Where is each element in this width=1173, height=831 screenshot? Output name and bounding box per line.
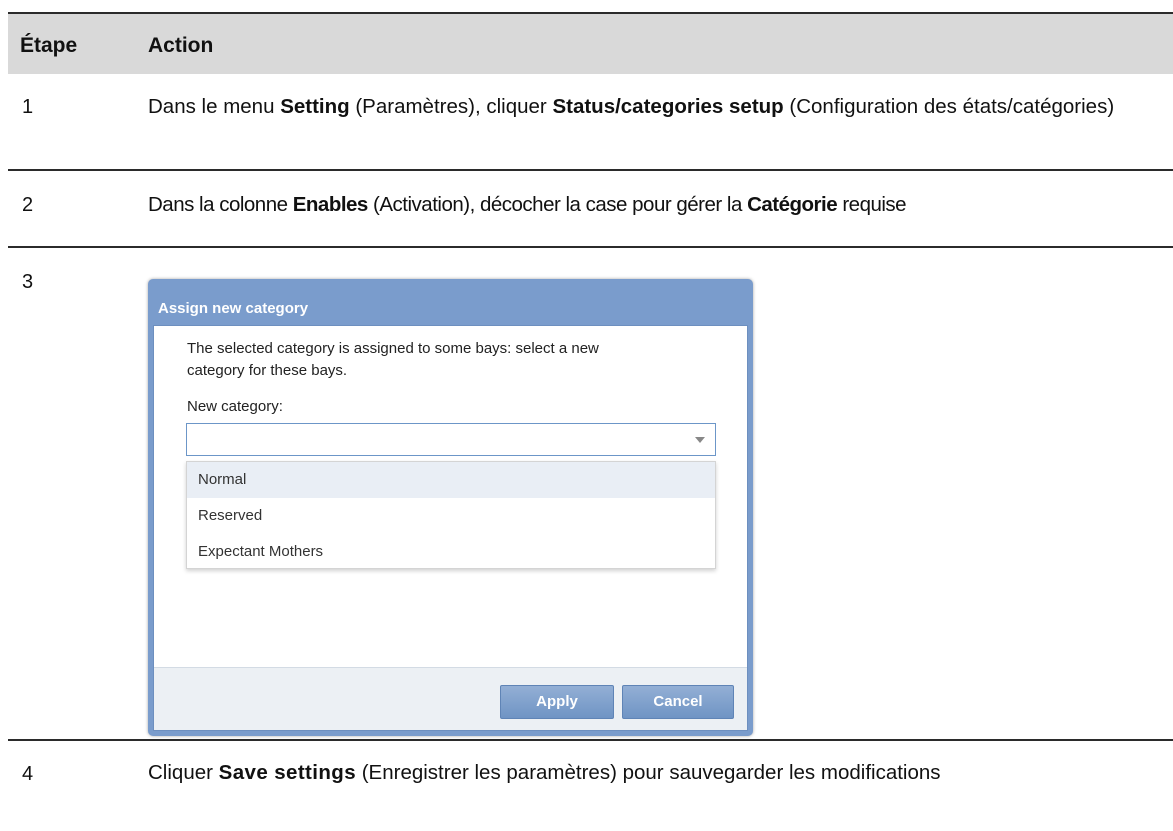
category-dropdown-list: Normal Reserved Expectant Mothers	[186, 461, 716, 569]
step-number-3: 3	[22, 271, 34, 293]
dialog-body: The selected category is assigned to som…	[153, 325, 748, 731]
step-text-2: Dans la colonne Enables (Activation), dé…	[148, 193, 907, 216]
dialog-footer: Apply Cancel	[154, 667, 747, 730]
step-text-4: Cliquer Save settings (Enregistrer les p…	[148, 761, 941, 784]
chevron-down-icon[interactable]	[695, 437, 705, 443]
new-category-select[interactable]	[186, 423, 716, 456]
new-category-label: New category:	[187, 398, 283, 415]
option-expectant-mothers[interactable]: Expectant Mothers	[187, 534, 715, 570]
dialog-title: Assign new category	[158, 300, 309, 317]
header-action: Action	[148, 34, 214, 57]
step-number-2: 2	[22, 194, 34, 216]
option-reserved[interactable]: Reserved	[187, 498, 715, 534]
step-text-1: Dans le menu Setting (Paramètres), cliqu…	[148, 95, 1115, 118]
dialog-message: The selected category is assigned to som…	[187, 340, 599, 379]
table-header: Étape Action	[8, 12, 1173, 74]
option-normal[interactable]: Normal	[187, 462, 715, 498]
step-number-1: 1	[22, 96, 34, 118]
step-number-4: 4	[22, 763, 34, 785]
row-divider	[8, 169, 1173, 171]
header-step: Étape	[20, 34, 78, 57]
row-divider	[8, 739, 1173, 741]
row-divider	[8, 246, 1173, 248]
apply-button[interactable]: Apply	[500, 685, 614, 719]
assign-category-dialog: Assign new category The selected categor…	[148, 279, 753, 736]
cancel-button[interactable]: Cancel	[622, 685, 734, 719]
